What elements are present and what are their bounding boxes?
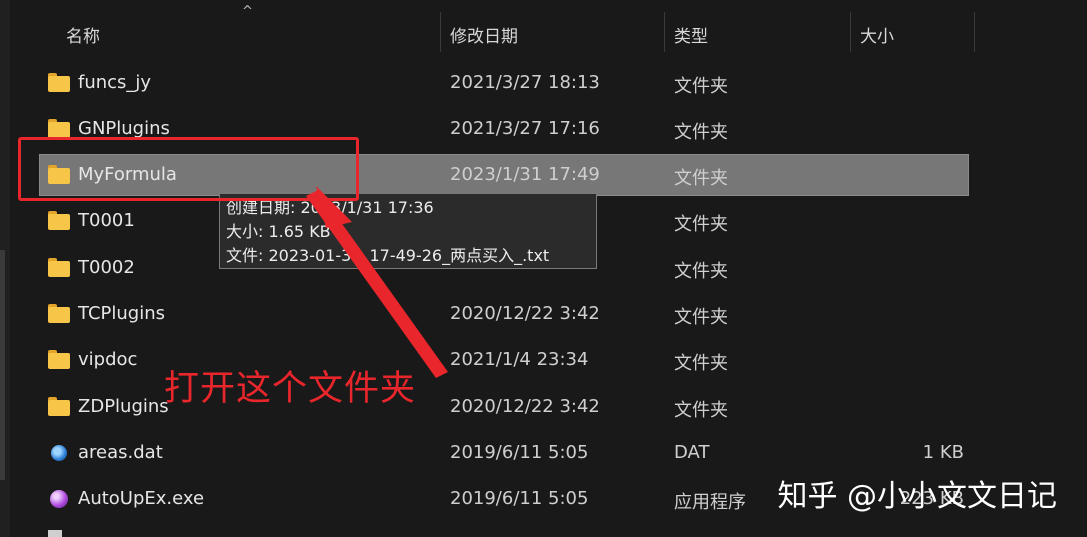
file-type: 文件夹 <box>674 214 728 235</box>
file-name: TCPlugins <box>78 303 165 324</box>
file-name: vipdoc <box>78 349 138 370</box>
file-date-modified: 2021/3/27 17:16 <box>450 118 600 139</box>
file-explorer-window: ^ 名称 修改日期 类型 大小 funcs_jy 2021/3/27 18:13… <box>0 0 1087 537</box>
tooltip-size: 大小: 1.65 KB <box>226 222 331 241</box>
folder-icon <box>48 73 70 93</box>
folder-icon <box>48 397 70 417</box>
file-date-modified: 2020/12/22 3:42 <box>450 396 600 417</box>
folder-icon <box>48 119 70 139</box>
file-size: 1 KB <box>922 442 964 463</box>
folder-icon <box>48 304 70 324</box>
file-name: AutoUpEx.exe <box>78 488 205 509</box>
folder-icon <box>48 211 70 231</box>
column-divider[interactable] <box>440 12 441 52</box>
file-type: 应用程序 <box>674 492 746 513</box>
file-date-modified: 2019/6/11 5:05 <box>450 442 589 463</box>
file-date-modified: 2019/6/11 5:05 <box>450 488 589 509</box>
navigation-pane-scrollbar[interactable] <box>0 250 5 480</box>
file-type: 文件夹 <box>674 400 728 421</box>
file-icon <box>48 530 62 537</box>
file-type: 文件夹 <box>674 122 728 143</box>
file-type: 文件夹 <box>674 76 728 97</box>
column-header-date-modified[interactable]: 修改日期 <box>450 22 518 47</box>
sort-ascending-icon: ^ <box>242 4 253 19</box>
column-header-bar: ^ 名称 修改日期 类型 大小 <box>0 0 1087 62</box>
file-name: ZDPlugins <box>78 396 169 417</box>
watermark: 知乎 @小小文文日记 <box>777 479 1057 514</box>
file-info-tooltip: 创建日期: 2023/1/31 17:36 大小: 1.65 KB 文件: 20… <box>219 193 597 269</box>
file-date-modified: 2021/1/4 23:34 <box>450 349 589 370</box>
file-row-areas-dat[interactable]: areas.dat 2019/6/11 5:05 DAT 1 KB <box>40 433 968 473</box>
column-header-size[interactable]: 大小 <box>860 22 894 47</box>
file-date-modified: 2021/3/27 18:13 <box>450 72 600 93</box>
file-name: T0002 <box>78 257 135 278</box>
folder-icon <box>48 258 70 278</box>
exe-file-icon <box>48 489 70 509</box>
column-divider[interactable] <box>664 12 665 52</box>
file-name: areas.dat <box>78 442 163 463</box>
file-type: 文件夹 <box>674 307 728 328</box>
tooltip-files: 文件: 2023-01-31_17-49-26_两点买入_.txt <box>226 246 550 265</box>
dat-file-icon <box>48 443 70 463</box>
file-type: 文件夹 <box>674 353 728 374</box>
file-row-tcplugins[interactable]: TCPlugins 2020/12/22 3:42 文件夹 <box>40 294 968 334</box>
column-header-name[interactable]: 名称 <box>66 22 100 47</box>
column-divider[interactable] <box>974 12 975 52</box>
file-name: GNPlugins <box>78 118 170 139</box>
column-divider[interactable] <box>850 12 851 52</box>
annotation-text: 打开这个文件夹 <box>164 369 417 409</box>
folder-icon <box>48 350 70 370</box>
highlight-box-annotation <box>18 137 359 201</box>
file-date-modified: 2023/1/31 17:49 <box>450 164 600 185</box>
file-name: funcs_jy <box>78 72 152 93</box>
file-row-funcs-jy[interactable]: funcs_jy 2021/3/27 18:13 文件夹 <box>40 63 968 103</box>
file-date-modified: 2020/12/22 3:42 <box>450 303 600 324</box>
file-name: T0001 <box>78 210 135 231</box>
file-type: DAT <box>674 442 710 463</box>
column-header-type[interactable]: 类型 <box>674 22 708 47</box>
file-type: 文件夹 <box>674 168 728 189</box>
file-type: 文件夹 <box>674 261 728 282</box>
